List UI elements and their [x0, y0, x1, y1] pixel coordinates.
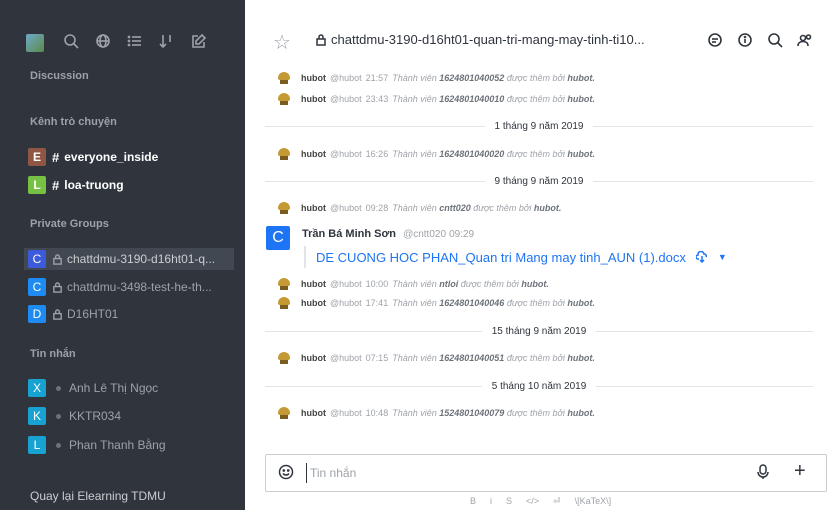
sidebar-item-d16ht01[interactable]: D D16HT01 [28, 303, 228, 325]
lock-icon [316, 33, 326, 46]
room-name: everyone_inside [64, 150, 159, 164]
lock-icon [52, 253, 63, 265]
italic-button[interactable]: i [490, 496, 492, 507]
hubot-avatar-icon [277, 407, 291, 419]
code-button[interactable]: </> [526, 496, 539, 507]
room-name: Anh Lê Thị Ngọc [69, 381, 159, 395]
directory-icon[interactable] [94, 32, 112, 50]
message-input[interactable] [306, 463, 732, 483]
system-message: hubot @hubot 17:41 Thành viên 1624801040… [277, 295, 595, 311]
emoji-icon[interactable] [278, 464, 294, 485]
section-discussion: Discussion [30, 70, 89, 82]
sidebar-item-chattdmu-3190[interactable]: C chattdmu-3190-d16ht01-q... [24, 248, 234, 270]
sidebar-item-chattdmu-3498[interactable]: C chattdmu-3498-test-he-th... [28, 276, 228, 298]
hubot-avatar-icon [277, 278, 291, 290]
room-name: chattdmu-3190-d16ht01-q... [67, 252, 216, 266]
room-avatar: X [28, 379, 46, 397]
room-avatar: K [28, 407, 46, 425]
system-message: hubot @hubot 23:43 Thành viên 1624801040… [277, 91, 595, 107]
message-time: 09:29 [449, 229, 475, 240]
room-name: chattdmu-3498-test-he-th... [67, 280, 212, 294]
date-divider: 5 tháng 10 năm 2019 [265, 379, 813, 393]
date-divider: 1 tháng 9 năm 2019 [265, 119, 813, 133]
file-attachment: DE CUONG HOC PHAN_Quan tri Mang may tinh… [304, 246, 727, 268]
system-message: hubot @hubot 07:15 Thành viên 1624801040… [277, 350, 595, 366]
sidebar-item-loa-truong[interactable]: L # loa-truong [28, 174, 228, 196]
hubot-avatar-icon [277, 352, 291, 364]
room-avatar: E [28, 148, 46, 166]
room-avatar: L [28, 436, 46, 454]
section-direct-messages: Tin nhắn [30, 348, 76, 360]
hubot-avatar-icon [277, 72, 291, 84]
section-channels: Kênh trò chuyện [30, 116, 117, 128]
microphone-icon[interactable] [756, 464, 770, 485]
back-to-elearning-link[interactable]: Quay lại Elearning TDMU [30, 489, 166, 503]
search-icon[interactable] [62, 32, 80, 50]
room-avatar: C [28, 278, 46, 296]
sort-icon[interactable] [158, 32, 176, 50]
list-view-icon[interactable] [126, 32, 144, 50]
message-handle: @cntt020 [403, 229, 447, 240]
room-avatar: D [28, 305, 46, 323]
hubot-avatar-icon [277, 93, 291, 105]
status-dot [56, 442, 61, 448]
hubot-avatar-icon [277, 297, 291, 309]
room-name: D16HT01 [67, 307, 119, 321]
members-icon[interactable] [795, 30, 815, 50]
system-message: hubot @hubot 09:28 Thành viên cntt020 đư… [277, 200, 561, 216]
lock-icon [52, 281, 63, 293]
create-new-icon[interactable] [190, 32, 208, 50]
download-icon[interactable] [695, 251, 708, 263]
section-private-groups: Private Groups [30, 218, 109, 230]
sidebar-item-direct[interactable]: X Anh Lê Thị Ngọc [28, 377, 228, 399]
discussion-icon[interactable] [705, 30, 725, 50]
bold-button[interactable]: B [470, 496, 476, 507]
strike-button[interactable]: S [506, 496, 512, 507]
system-message: hubot @hubot 10:00 Thành viên ntloi được… [277, 276, 549, 292]
status-dot [56, 413, 61, 419]
message-composer: + [265, 454, 827, 492]
room-name: Phan Thanh Bằng [69, 438, 166, 452]
user-avatar[interactable] [26, 34, 44, 52]
sidebar-item-direct[interactable]: L Phan Thanh Bằng [28, 434, 228, 456]
message-author[interactable]: Trần Bá Minh Sơn [302, 228, 396, 240]
hash-icon: # [52, 177, 60, 193]
system-message: hubot @hubot 21:57 Thành viên 1624801040… [277, 70, 595, 86]
room-name: KKTR034 [69, 409, 122, 423]
avatar[interactable]: C [266, 226, 290, 250]
room-name: loa-truong [64, 178, 124, 192]
status-dot [56, 385, 61, 391]
room-avatar: L [28, 176, 46, 194]
lock-icon [52, 308, 63, 320]
room-title-text: chattdmu-3190-d16ht01-quan-tri-mang-may-… [331, 32, 645, 47]
room-header: ☆ chattdmu-3190-d16ht01-quan-tri-mang-ma… [245, 0, 827, 60]
hubot-avatar-icon [277, 202, 291, 214]
date-divider: 15 tháng 9 năm 2019 [265, 324, 813, 338]
sidebar-item-everyone-inside[interactable]: E # everyone_inside [28, 146, 228, 168]
system-message: hubot @hubot 10:48 Thành viên 1524801040… [277, 405, 595, 421]
star-icon[interactable]: ☆ [273, 30, 291, 55]
date-divider: 9 tháng 9 năm 2019 [265, 174, 813, 188]
multiline-button[interactable]: ⏎ [553, 496, 561, 507]
room-title: chattdmu-3190-d16ht01-quan-tri-mang-may-… [315, 32, 645, 47]
plus-icon[interactable]: + [794, 460, 806, 483]
attachment-link[interactable]: DE CUONG HOC PHAN_Quan tri Mang may tinh… [316, 250, 686, 265]
sidebar: Discussion Kênh trò chuyện E # everyone_… [0, 0, 245, 510]
sidebar-toolbar [10, 8, 235, 64]
katex-button[interactable]: \[KaTeX\] [575, 496, 612, 507]
collapse-caret-icon[interactable]: ▼ [718, 252, 727, 262]
hash-icon: # [52, 149, 60, 165]
search-icon[interactable] [765, 30, 785, 50]
room-avatar: C [28, 250, 46, 268]
system-message: hubot @hubot 16:26 Thành viên 1624801040… [277, 146, 595, 162]
hubot-avatar-icon [277, 148, 291, 160]
formatting-toolbar: B i S </> ⏎ \[KaTeX\] [470, 496, 611, 507]
sidebar-item-direct[interactable]: K KKTR034 [28, 405, 228, 427]
info-icon[interactable] [735, 30, 755, 50]
